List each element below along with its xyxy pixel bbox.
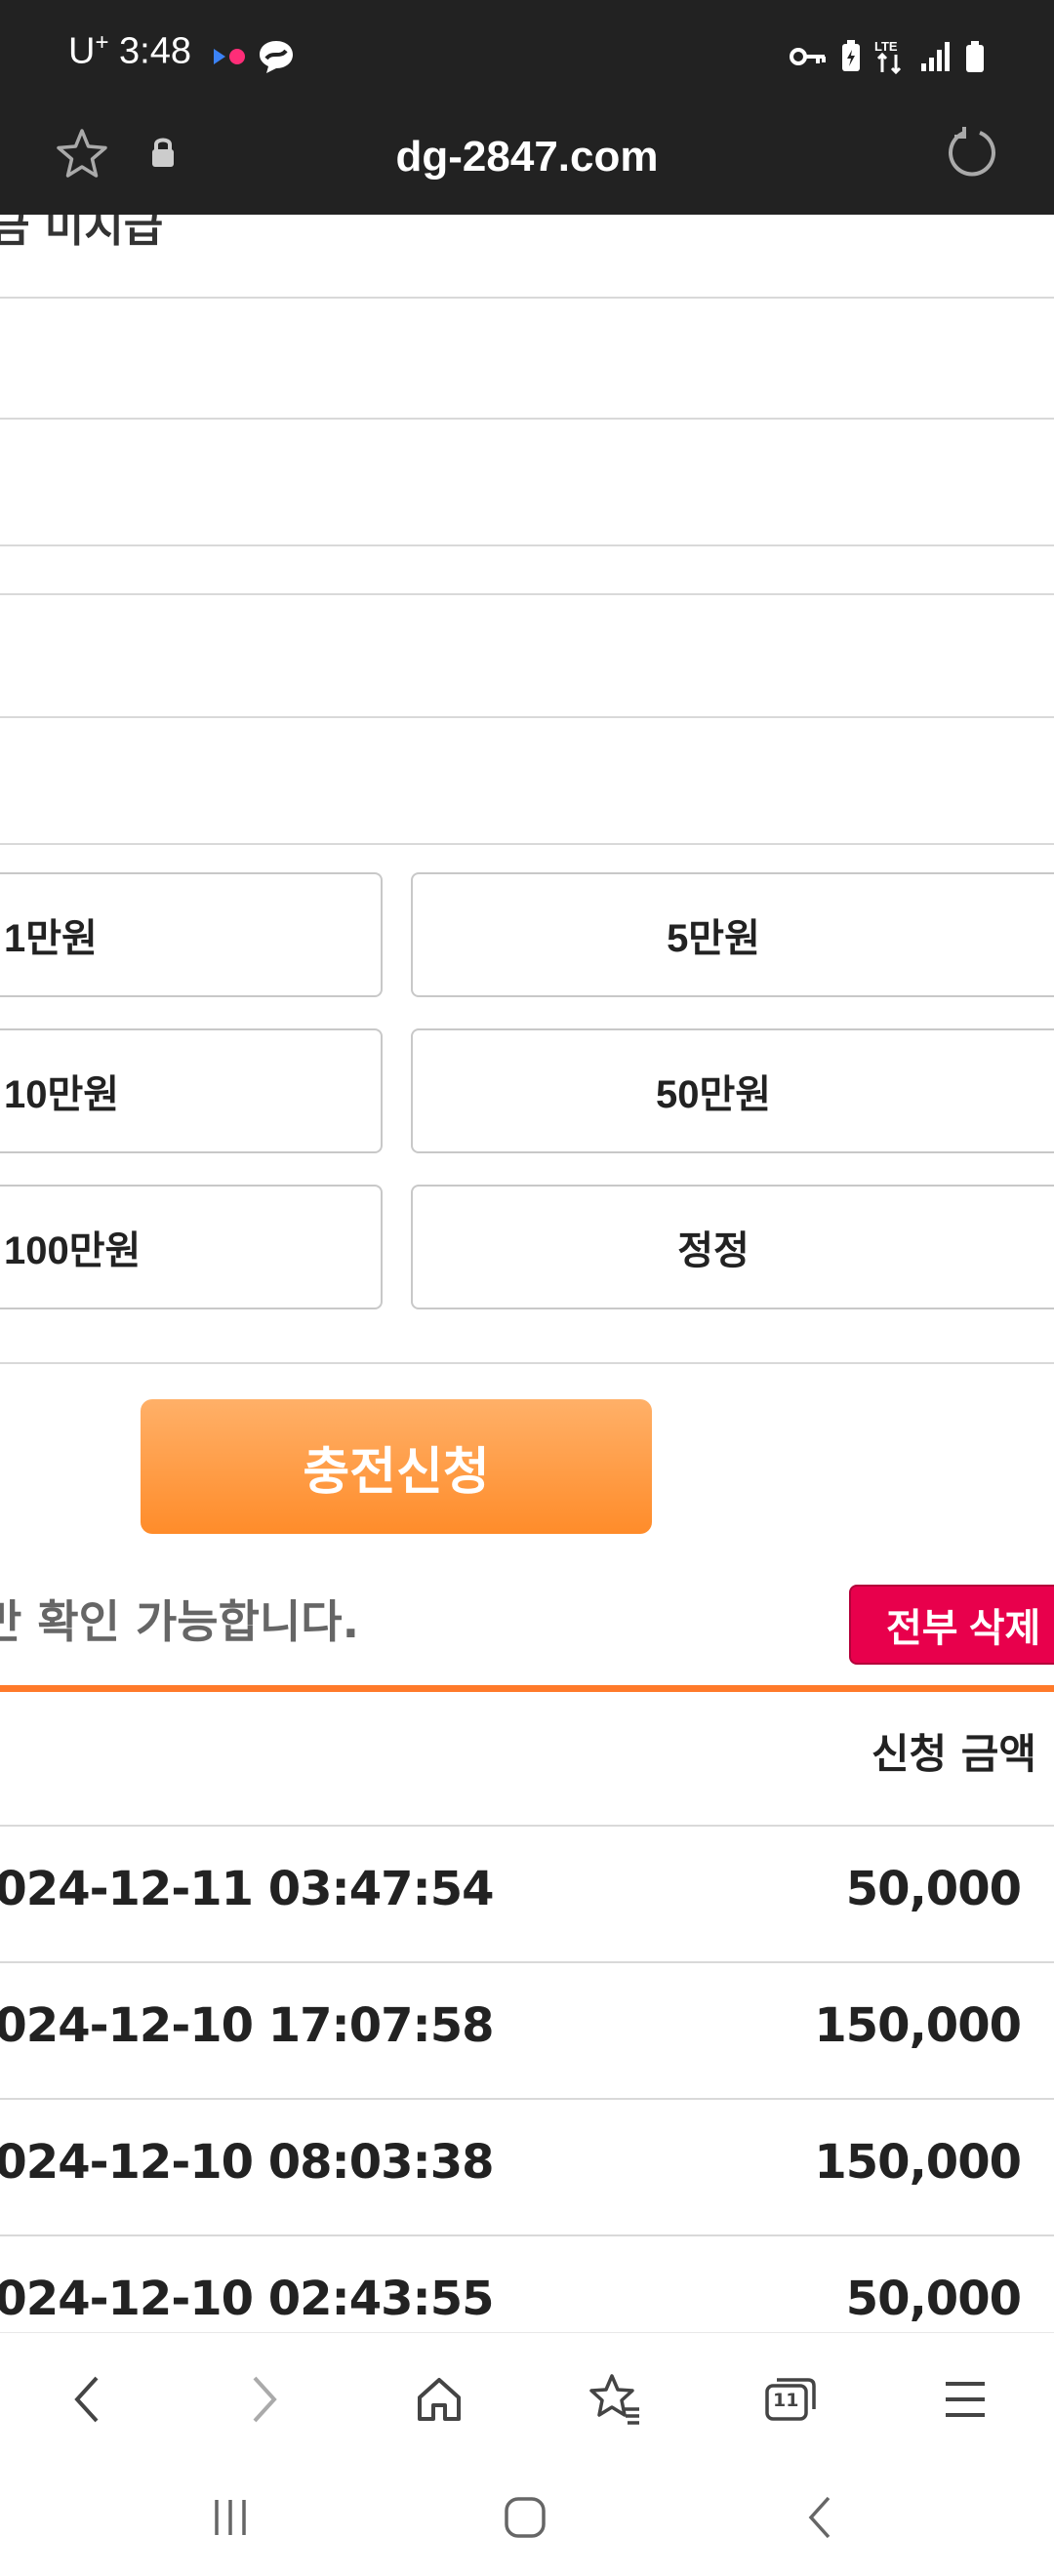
- home-button[interactable]: [395, 2360, 483, 2438]
- battery-icon: [966, 41, 984, 72]
- battery-saver-icon: [842, 40, 860, 71]
- svg-text:LTE: LTE: [874, 39, 898, 54]
- table-row[interactable]: 2024-12-10 02:43:55 50,000: [0, 2234, 1054, 2332]
- home-icon: [418, 2378, 461, 2421]
- divider: [0, 544, 1054, 546]
- charge-request-button[interactable]: 충전신청: [141, 1399, 652, 1534]
- chevron-right-icon: [253, 2376, 277, 2423]
- key-icon: [790, 48, 826, 65]
- url-text[interactable]: dg-2847.com: [0, 133, 1054, 181]
- divider: [0, 593, 1054, 595]
- status-bar: U+ 3:48 LTE: [0, 0, 1054, 113]
- amount-button-50k[interactable]: 5만원: [411, 872, 1054, 997]
- divider: [0, 716, 1054, 718]
- system-nav-bar: [0, 2459, 1054, 2576]
- table-row[interactable]: 2024-12-11 03:47:54 50,000: [0, 1825, 1054, 1959]
- amount-button-10k[interactable]: 1만원: [0, 872, 383, 997]
- amount-button-500k[interactable]: 50만원: [411, 1028, 1054, 1153]
- divider: [0, 297, 1054, 299]
- reset-amount-button[interactable]: 정정: [411, 1185, 1054, 1309]
- tab-count: 11: [773, 2390, 799, 2411]
- hamburger-menu-icon: [946, 2382, 985, 2417]
- browser-toolbar: 11: [0, 2332, 1054, 2459]
- divider: [0, 1362, 1054, 1364]
- home-nav-button[interactable]: [476, 2488, 574, 2547]
- menu-button[interactable]: [921, 2360, 1009, 2438]
- row-amount: 150,000: [814, 2135, 1022, 2190]
- notice-text: 만 확인 가능합니다.: [0, 1595, 360, 1648]
- status-time: U+ 3:48: [68, 29, 191, 73]
- back-button[interactable]: [43, 2360, 131, 2438]
- carrier-label: U: [68, 30, 96, 72]
- chevron-left-icon: [74, 2376, 99, 2423]
- back-nav-button[interactable]: [771, 2488, 869, 2547]
- clock: 3:48: [119, 30, 191, 72]
- home-square-icon: [505, 2497, 546, 2538]
- notification-icons: [212, 37, 296, 76]
- row-date: 2024-12-10 08:03:38: [0, 2135, 495, 2190]
- row-amount: 50,000: [845, 1862, 1022, 1916]
- back-arrow-icon: [808, 2496, 831, 2539]
- system-icons: LTE: [789, 35, 986, 78]
- table-top-border: [0, 1685, 1054, 1692]
- row-amount: 50,000: [845, 2272, 1022, 2326]
- tabs-button[interactable]: 11: [747, 2360, 834, 2438]
- recent-apps-button[interactable]: [182, 2488, 279, 2547]
- chat-bubble-icon: [260, 41, 293, 73]
- row-amount: 150,000: [814, 1998, 1022, 2053]
- reload-icon[interactable]: [945, 123, 999, 181]
- amount-button-100k[interactable]: 10만원: [0, 1028, 383, 1153]
- table-row[interactable]: 2024-12-10 17:07:58 150,000: [0, 1961, 1054, 2096]
- divider: [0, 418, 1054, 420]
- delete-all-button[interactable]: 전부 삭제: [849, 1585, 1054, 1665]
- lte-icon: LTE: [874, 39, 902, 75]
- bookmarks-icon: [589, 2374, 639, 2425]
- forward-button[interactable]: [221, 2360, 308, 2438]
- column-header-amount: 신청 금액: [871, 1730, 1036, 1778]
- flickr-icon: [214, 49, 245, 64]
- divider: [0, 843, 1054, 845]
- row-date: 2024-12-11 03:47:54: [0, 1862, 495, 1916]
- row-date: 2024-12-10 02:43:55: [0, 2272, 495, 2326]
- browser-url-bar: dg-2847.com: [0, 113, 1054, 215]
- carrier-sup: +: [95, 29, 109, 56]
- recent-apps-icon: [215, 2500, 246, 2535]
- row-date: 2024-12-10 17:07:58: [0, 1998, 495, 2053]
- signal-icon: [921, 42, 950, 71]
- section-heading: 금 미지급: [0, 215, 164, 252]
- bookmarks-button[interactable]: [571, 2360, 659, 2438]
- page-content: 금 미지급 1만원 5만원 10만원 50만원 100만원 정정 충전신청 만 …: [0, 215, 1054, 2332]
- amount-button-1m[interactable]: 100만원: [0, 1185, 383, 1309]
- table-row[interactable]: 2024-12-10 08:03:38 150,000: [0, 2098, 1054, 2233]
